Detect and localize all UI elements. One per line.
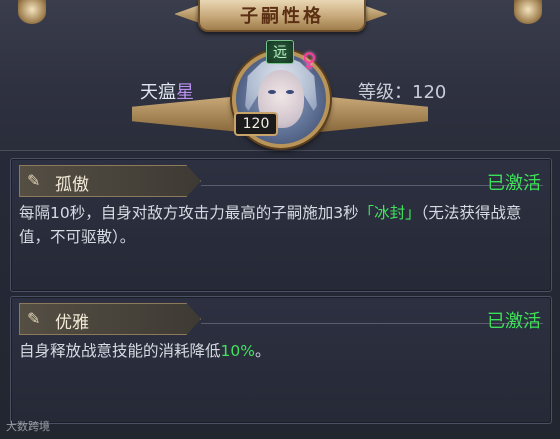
trait-panel-1: ✎ 孤傲 已激活 每隔10秒，自身对敌方攻击力最高的子嗣施加3秒「冰封」（无法获… bbox=[10, 158, 552, 292]
watermark: 大数跨境 bbox=[6, 420, 50, 433]
quill-icon: ✎ bbox=[27, 309, 41, 328]
star-name: 天瘟星 bbox=[140, 78, 194, 104]
trait-panel-2: ✎ 优雅 已激活 自身释放战意技能的消耗降低10%。 bbox=[10, 296, 552, 424]
quill-icon: ✎ bbox=[27, 171, 41, 190]
avatar-eye-right bbox=[286, 90, 294, 94]
trait-status-1: 已激活 bbox=[487, 173, 541, 194]
title-plaque: 子嗣性格 bbox=[198, 0, 366, 32]
rank-badge: 远 bbox=[266, 40, 294, 64]
avatar-level-badge: 120 bbox=[234, 112, 278, 136]
trait-desc-1-highlight: 「冰封」 bbox=[358, 204, 421, 222]
avatar-eye-left bbox=[268, 90, 276, 94]
trait-description-1: 每隔10秒，自身对敌方攻击力最高的子嗣施加3秒「冰封」（无法获得战意值，不可驱散… bbox=[19, 201, 544, 249]
level-label: 等级：120 bbox=[358, 82, 447, 103]
window-title: 子嗣性格 bbox=[240, 6, 324, 27]
trait-name-1: 孤傲 bbox=[55, 175, 89, 195]
female-gender-icon: ♀ bbox=[302, 48, 317, 72]
corner-ornament-left bbox=[18, 0, 46, 24]
trait-description-2: 自身释放战意技能的消耗降低10%。 bbox=[19, 339, 544, 363]
trait-desc-2-pre: 自身释放战意技能的消耗降低 bbox=[19, 342, 221, 360]
trait-desc-1-pre: 每隔10秒，自身对敌方攻击力最高的子嗣施加3秒 bbox=[19, 204, 359, 222]
trait-status-2: 已激活 bbox=[487, 311, 541, 332]
star-name-prefix: 天瘟 bbox=[140, 82, 176, 103]
corner-ornament-right bbox=[514, 0, 542, 24]
trait-name-2: 优雅 bbox=[55, 313, 89, 333]
trait-window: 子嗣性格 天瘟星 远 ♀ 120 等级：120 ✎ 孤傲 已激活 每隔10秒，自… bbox=[0, 0, 560, 439]
star-name-suffix: 星 bbox=[176, 82, 194, 103]
trait-desc-2-highlight: 10% bbox=[220, 342, 255, 360]
trait-desc-2-post: 。 bbox=[254, 342, 271, 360]
